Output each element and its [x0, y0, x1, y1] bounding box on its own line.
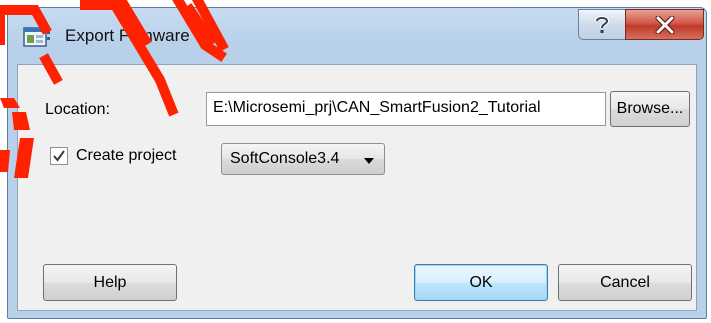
- create-project-checkbox[interactable]: [50, 147, 68, 165]
- ok-button[interactable]: OK: [414, 264, 548, 301]
- dialog-content: Location: E:\Microsemi_prj\CAN_SmartFusi…: [17, 64, 697, 311]
- checkmark-icon: [53, 150, 65, 162]
- chevron-down-icon: [364, 158, 374, 164]
- location-label: Location:: [45, 101, 110, 118]
- project-type-dropdown[interactable]: SoftConsole3.4: [221, 143, 385, 175]
- project-type-selected: SoftConsole3.4: [230, 150, 340, 167]
- help-button[interactable]: Help: [43, 264, 177, 301]
- titlebar-help-button[interactable]: [578, 9, 626, 40]
- title-bar: Export Firmware: [8, 8, 706, 60]
- question-icon: [595, 15, 610, 33]
- browse-button[interactable]: Browse...: [610, 91, 690, 127]
- titlebar-close-button[interactable]: [625, 9, 704, 40]
- export-firmware-dialog: Export Firmware Location: E:\Microsemi_p…: [7, 7, 707, 319]
- dialog-title: Export Firmware: [65, 26, 190, 45]
- cancel-button[interactable]: Cancel: [558, 264, 692, 301]
- close-x-icon: [655, 15, 674, 34]
- location-input[interactable]: E:\Microsemi_prj\CAN_SmartFusion2_Tutori…: [206, 92, 606, 126]
- create-project-label[interactable]: Create project: [76, 147, 177, 165]
- app-window-icon: [23, 27, 50, 47]
